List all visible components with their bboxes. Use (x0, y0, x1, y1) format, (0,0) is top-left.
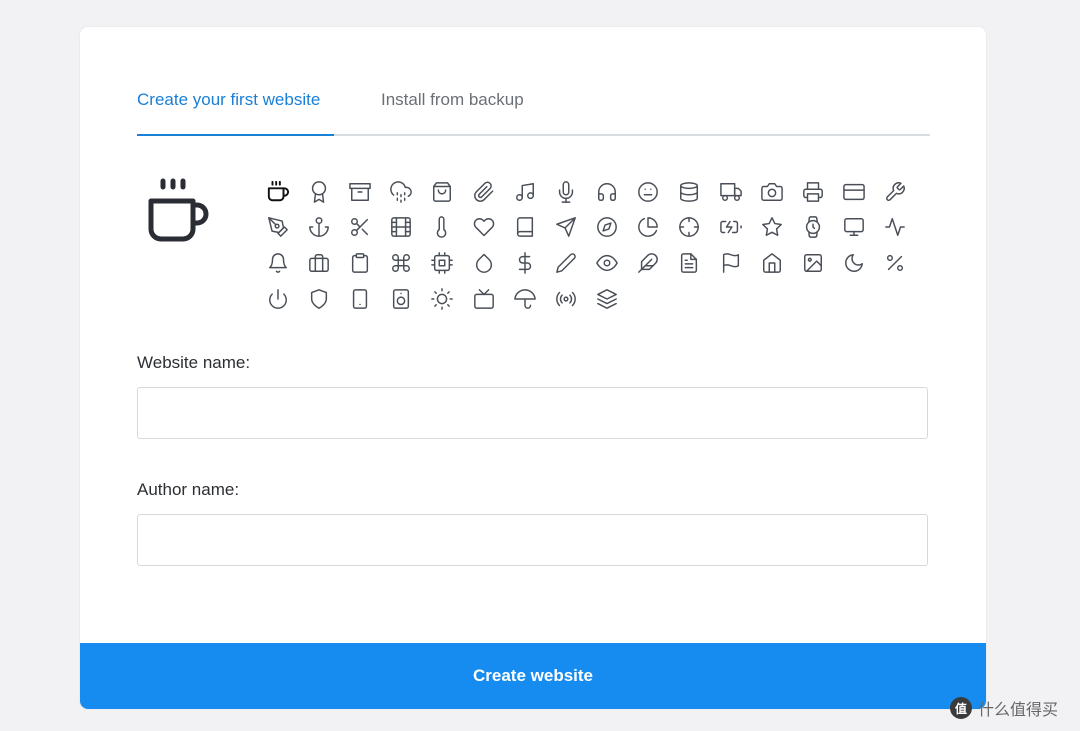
archive-icon[interactable] (339, 174, 380, 210)
command-icon[interactable] (381, 245, 422, 281)
award-icon[interactable] (298, 174, 339, 210)
send-icon[interactable] (545, 210, 586, 246)
film-icon[interactable] (381, 210, 422, 246)
file-text-icon[interactable] (669, 245, 710, 281)
bell-icon[interactable] (257, 245, 298, 281)
dollar-sign-icon[interactable] (504, 245, 545, 281)
camera-icon[interactable] (751, 174, 792, 210)
eye-icon[interactable] (587, 245, 628, 281)
sun-icon[interactable] (422, 281, 463, 317)
flag-icon[interactable] (710, 245, 751, 281)
icon-picker-grid (257, 174, 906, 317)
printer-icon[interactable] (792, 174, 833, 210)
droplet-icon[interactable] (463, 245, 504, 281)
paperclip-icon[interactable] (463, 174, 504, 210)
umbrella-icon[interactable] (504, 281, 545, 317)
power-icon[interactable] (257, 281, 298, 317)
selected-coffee-icon (147, 177, 209, 243)
monitor-icon[interactable] (834, 210, 875, 246)
cpu-icon[interactable] (422, 245, 463, 281)
image-icon[interactable] (792, 245, 833, 281)
tab-bar: Create your first website Install from b… (137, 82, 930, 136)
tab-install-from-backup[interactable]: Install from backup (381, 90, 524, 132)
tablet-icon[interactable] (339, 281, 380, 317)
shield-icon[interactable] (298, 281, 339, 317)
speaker-icon[interactable] (381, 281, 422, 317)
edit-2-icon[interactable] (545, 245, 586, 281)
headphones-icon[interactable] (587, 174, 628, 210)
website-name-input[interactable] (137, 387, 928, 439)
star-icon[interactable] (751, 210, 792, 246)
thermometer-icon[interactable] (422, 210, 463, 246)
compass-icon[interactable] (587, 210, 628, 246)
briefcase-icon[interactable] (298, 245, 339, 281)
author-name-input[interactable] (137, 514, 928, 566)
crosshair-icon[interactable] (669, 210, 710, 246)
setup-card: Create your first website Install from b… (80, 27, 986, 709)
home-icon[interactable] (751, 245, 792, 281)
tv-icon[interactable] (463, 281, 504, 317)
anchor-icon[interactable] (298, 210, 339, 246)
watch-icon[interactable] (792, 210, 833, 246)
watermark: 值 什么值得买 (950, 696, 1058, 720)
shopping-bag-icon[interactable] (422, 174, 463, 210)
truck-icon[interactable] (710, 174, 751, 210)
coffee-icon[interactable] (257, 174, 298, 210)
music-icon[interactable] (504, 174, 545, 210)
tool-icon[interactable] (875, 174, 916, 210)
cloud-drizzle-icon[interactable] (381, 174, 422, 210)
radio-icon[interactable] (545, 281, 586, 317)
moon-icon[interactable] (834, 245, 875, 281)
credit-card-icon[interactable] (834, 174, 875, 210)
tab-create-website[interactable]: Create your first website (137, 90, 334, 136)
clipboard-icon[interactable] (339, 245, 380, 281)
percent-icon[interactable] (875, 245, 916, 281)
heart-icon[interactable] (463, 210, 504, 246)
database-icon[interactable] (669, 174, 710, 210)
meh-icon[interactable] (628, 174, 669, 210)
scissors-icon[interactable] (339, 210, 380, 246)
author-name-label: Author name: (137, 480, 240, 499)
pie-chart-icon[interactable] (628, 210, 669, 246)
feather-icon[interactable] (628, 245, 669, 281)
activity-icon[interactable] (875, 210, 916, 246)
watermark-text: 什么值得买 (978, 702, 1059, 719)
layers-icon[interactable] (587, 281, 628, 317)
website-name-label: Website name: (137, 353, 251, 372)
battery-charging-icon[interactable] (710, 210, 751, 246)
watermark-logo: 值 (950, 697, 972, 719)
book-icon[interactable] (504, 210, 545, 246)
create-website-button[interactable]: Create website (80, 643, 986, 709)
mic-icon[interactable] (545, 174, 586, 210)
pen-tool-icon[interactable] (257, 210, 298, 246)
